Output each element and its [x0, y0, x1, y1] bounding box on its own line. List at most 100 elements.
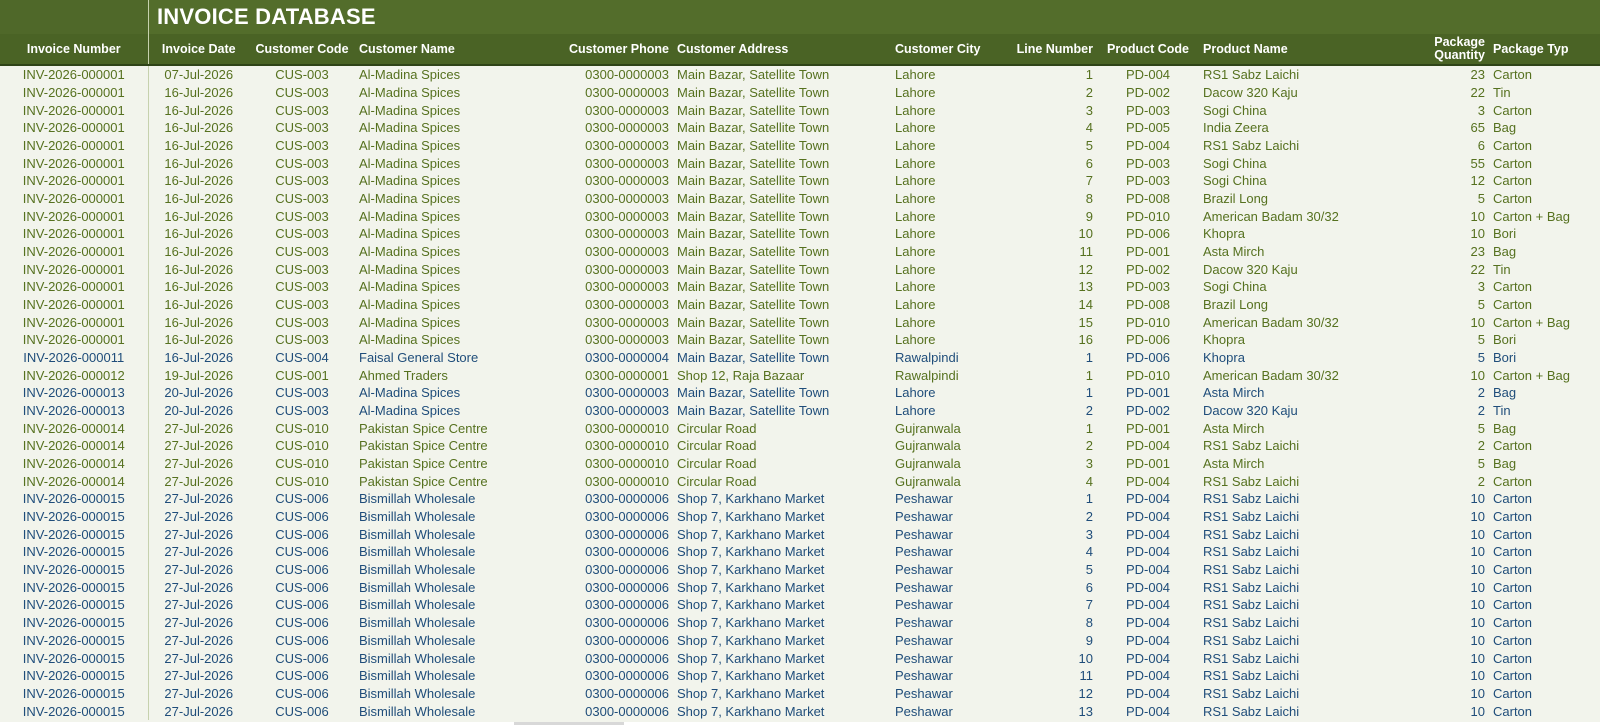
cell-invoice-date[interactable]: 16-Jul-2026 — [148, 225, 249, 243]
cell-product-code[interactable]: PD-003 — [1097, 172, 1199, 190]
cell-customer-city[interactable]: Lahore — [891, 296, 995, 314]
cell-customer-address[interactable]: Shop 7, Karkhano Market — [673, 508, 891, 526]
cell-package-type[interactable]: Carton — [1489, 278, 1600, 296]
cell-customer-address[interactable]: Main Bazar, Satellite Town — [673, 137, 891, 155]
cell-customer-code[interactable]: CUS-003 — [249, 331, 355, 349]
cell-package-type[interactable]: Carton — [1489, 101, 1600, 119]
cell-package-quantity[interactable]: 10 — [1409, 543, 1489, 561]
cell-customer-address[interactable]: Circular Road — [673, 419, 891, 437]
cell-package-type[interactable]: Carton — [1489, 437, 1600, 455]
cell-line-number[interactable]: 11 — [995, 243, 1097, 261]
cell-customer-phone[interactable]: 0300-0000003 — [551, 101, 673, 119]
cell-customer-name[interactable]: Bismillah Wholesale — [355, 578, 551, 596]
cell-customer-name[interactable]: Al-Madina Spices — [355, 313, 551, 331]
cell-package-type[interactable]: Bori — [1489, 225, 1600, 243]
cell-customer-code[interactable]: CUS-003 — [249, 402, 355, 420]
cell-customer-city[interactable]: Rawalpindi — [891, 366, 995, 384]
cell-line-number[interactable]: 11 — [995, 667, 1097, 685]
cell-customer-code[interactable]: CUS-003 — [249, 84, 355, 102]
cell-product-name[interactable]: RS1 Sabz Laichi — [1199, 685, 1409, 703]
cell-invoice-number[interactable]: INV-2026-000001 — [0, 278, 149, 296]
cell-customer-phone[interactable]: 0300-0000010 — [551, 419, 673, 437]
cell-line-number[interactable]: 1 — [995, 490, 1097, 508]
cell-package-type[interactable]: Carton — [1489, 596, 1600, 614]
cell-line-number[interactable]: 2 — [995, 402, 1097, 420]
cell-customer-phone[interactable]: 0300-0000006 — [551, 561, 673, 579]
cell-customer-address[interactable]: Shop 7, Karkhano Market — [673, 649, 891, 667]
cell-customer-address[interactable]: Main Bazar, Satellite Town — [673, 225, 891, 243]
cell-customer-address[interactable]: Shop 7, Karkhano Market — [673, 578, 891, 596]
cell-customer-code[interactable]: CUS-006 — [249, 596, 355, 614]
cell-product-code[interactable]: PD-001 — [1097, 455, 1199, 473]
cell-package-type[interactable]: Carton — [1489, 632, 1600, 650]
cell-product-name[interactable]: RS1 Sabz Laichi — [1199, 667, 1409, 685]
cell-invoice-date[interactable]: 16-Jul-2026 — [148, 296, 249, 314]
cell-customer-name[interactable]: Al-Madina Spices — [355, 296, 551, 314]
cell-customer-phone[interactable]: 0300-0000006 — [551, 614, 673, 632]
cell-invoice-number[interactable]: INV-2026-000001 — [0, 172, 149, 190]
cell-package-quantity[interactable]: 10 — [1409, 225, 1489, 243]
cell-customer-name[interactable]: Bismillah Wholesale — [355, 667, 551, 685]
cell-package-type[interactable]: Carton — [1489, 137, 1600, 155]
cell-product-code[interactable]: PD-004 — [1097, 685, 1199, 703]
cell-line-number[interactable]: 9 — [995, 207, 1097, 225]
cell-customer-address[interactable]: Main Bazar, Satellite Town — [673, 172, 891, 190]
cell-invoice-number[interactable]: INV-2026-000001 — [0, 83, 149, 102]
cell-customer-code[interactable]: CUS-010 — [249, 455, 355, 473]
cell-product-code[interactable]: PD-004 — [1097, 561, 1199, 579]
cell-customer-name[interactable]: Al-Madina Spices — [355, 137, 551, 155]
cell-customer-phone[interactable]: 0300-0000003 — [551, 207, 673, 225]
cell-invoice-date[interactable]: 16-Jul-2026 — [148, 313, 249, 331]
cell-customer-address[interactable]: Shop 7, Karkhano Market — [673, 685, 891, 703]
cell-invoice-number[interactable]: INV-2026-000001 — [0, 189, 149, 208]
cell-customer-code[interactable]: CUS-003 — [249, 207, 355, 225]
cell-invoice-number[interactable]: INV-2026-000015 — [0, 702, 149, 720]
cell-package-quantity[interactable]: 6 — [1409, 137, 1489, 155]
cell-customer-city[interactable]: Lahore — [891, 84, 995, 102]
cell-invoice-number[interactable]: INV-2026-000015 — [0, 649, 149, 667]
cell-product-code[interactable]: PD-004 — [1097, 596, 1199, 614]
cell-customer-phone[interactable]: 0300-0000003 — [551, 313, 673, 331]
column-header-line-number[interactable]: Line Number — [995, 34, 1097, 66]
cell-product-code[interactable]: PD-004 — [1097, 490, 1199, 508]
cell-invoice-number[interactable]: INV-2026-000001 — [0, 295, 149, 314]
cell-package-type[interactable]: Carton + Bag — [1489, 207, 1600, 225]
column-header-invoice-date[interactable]: Invoice Date — [148, 34, 249, 66]
cell-invoice-date[interactable]: 27-Jul-2026 — [148, 543, 249, 561]
cell-product-code[interactable]: PD-010 — [1097, 313, 1199, 331]
cell-product-name[interactable]: Sogi China — [1199, 101, 1409, 119]
cell-invoice-number[interactable]: INV-2026-000015 — [0, 525, 149, 544]
cell-product-name[interactable]: Brazil Long — [1199, 190, 1409, 208]
cell-product-code[interactable]: PD-001 — [1097, 419, 1199, 437]
cell-line-number[interactable]: 8 — [995, 614, 1097, 632]
cell-package-quantity[interactable]: 10 — [1409, 313, 1489, 331]
cell-customer-code[interactable]: CUS-010 — [249, 472, 355, 490]
cell-product-name[interactable]: Asta Mirch — [1199, 419, 1409, 437]
cell-invoice-date[interactable]: 27-Jul-2026 — [148, 632, 249, 650]
cell-customer-city[interactable]: Lahore — [891, 65, 995, 84]
cell-product-name[interactable]: RS1 Sabz Laichi — [1199, 490, 1409, 508]
cell-package-type[interactable]: Bag — [1489, 455, 1600, 473]
cell-customer-phone[interactable]: 0300-0000006 — [551, 685, 673, 703]
cell-product-name[interactable]: RS1 Sabz Laichi — [1199, 702, 1409, 720]
cell-customer-city[interactable]: Peshawar — [891, 596, 995, 614]
cell-customer-city[interactable]: Rawalpindi — [891, 349, 995, 367]
cell-customer-name[interactable]: Bismillah Wholesale — [355, 685, 551, 703]
cell-customer-address[interactable]: Main Bazar, Satellite Town — [673, 331, 891, 349]
cell-invoice-date[interactable]: 16-Jul-2026 — [148, 119, 249, 137]
cell-customer-address[interactable]: Shop 7, Karkhano Market — [673, 525, 891, 543]
cell-product-name[interactable]: RS1 Sabz Laichi — [1199, 632, 1409, 650]
cell-customer-name[interactable]: Al-Madina Spices — [355, 243, 551, 261]
cell-customer-address[interactable]: Main Bazar, Satellite Town — [673, 190, 891, 208]
cell-package-quantity[interactable]: 10 — [1409, 207, 1489, 225]
cell-customer-address[interactable]: Circular Road — [673, 472, 891, 490]
cell-customer-name[interactable]: Bismillah Wholesale — [355, 702, 551, 720]
cell-customer-name[interactable]: Al-Madina Spices — [355, 101, 551, 119]
cell-line-number[interactable]: 7 — [995, 596, 1097, 614]
cell-package-quantity[interactable]: 10 — [1409, 525, 1489, 543]
cell-invoice-date[interactable]: 27-Jul-2026 — [148, 596, 249, 614]
cell-customer-phone[interactable]: 0300-0000006 — [551, 596, 673, 614]
cell-customer-city[interactable]: Lahore — [891, 313, 995, 331]
cell-customer-city[interactable]: Peshawar — [891, 632, 995, 650]
cell-customer-phone[interactable]: 0300-0000010 — [551, 472, 673, 490]
